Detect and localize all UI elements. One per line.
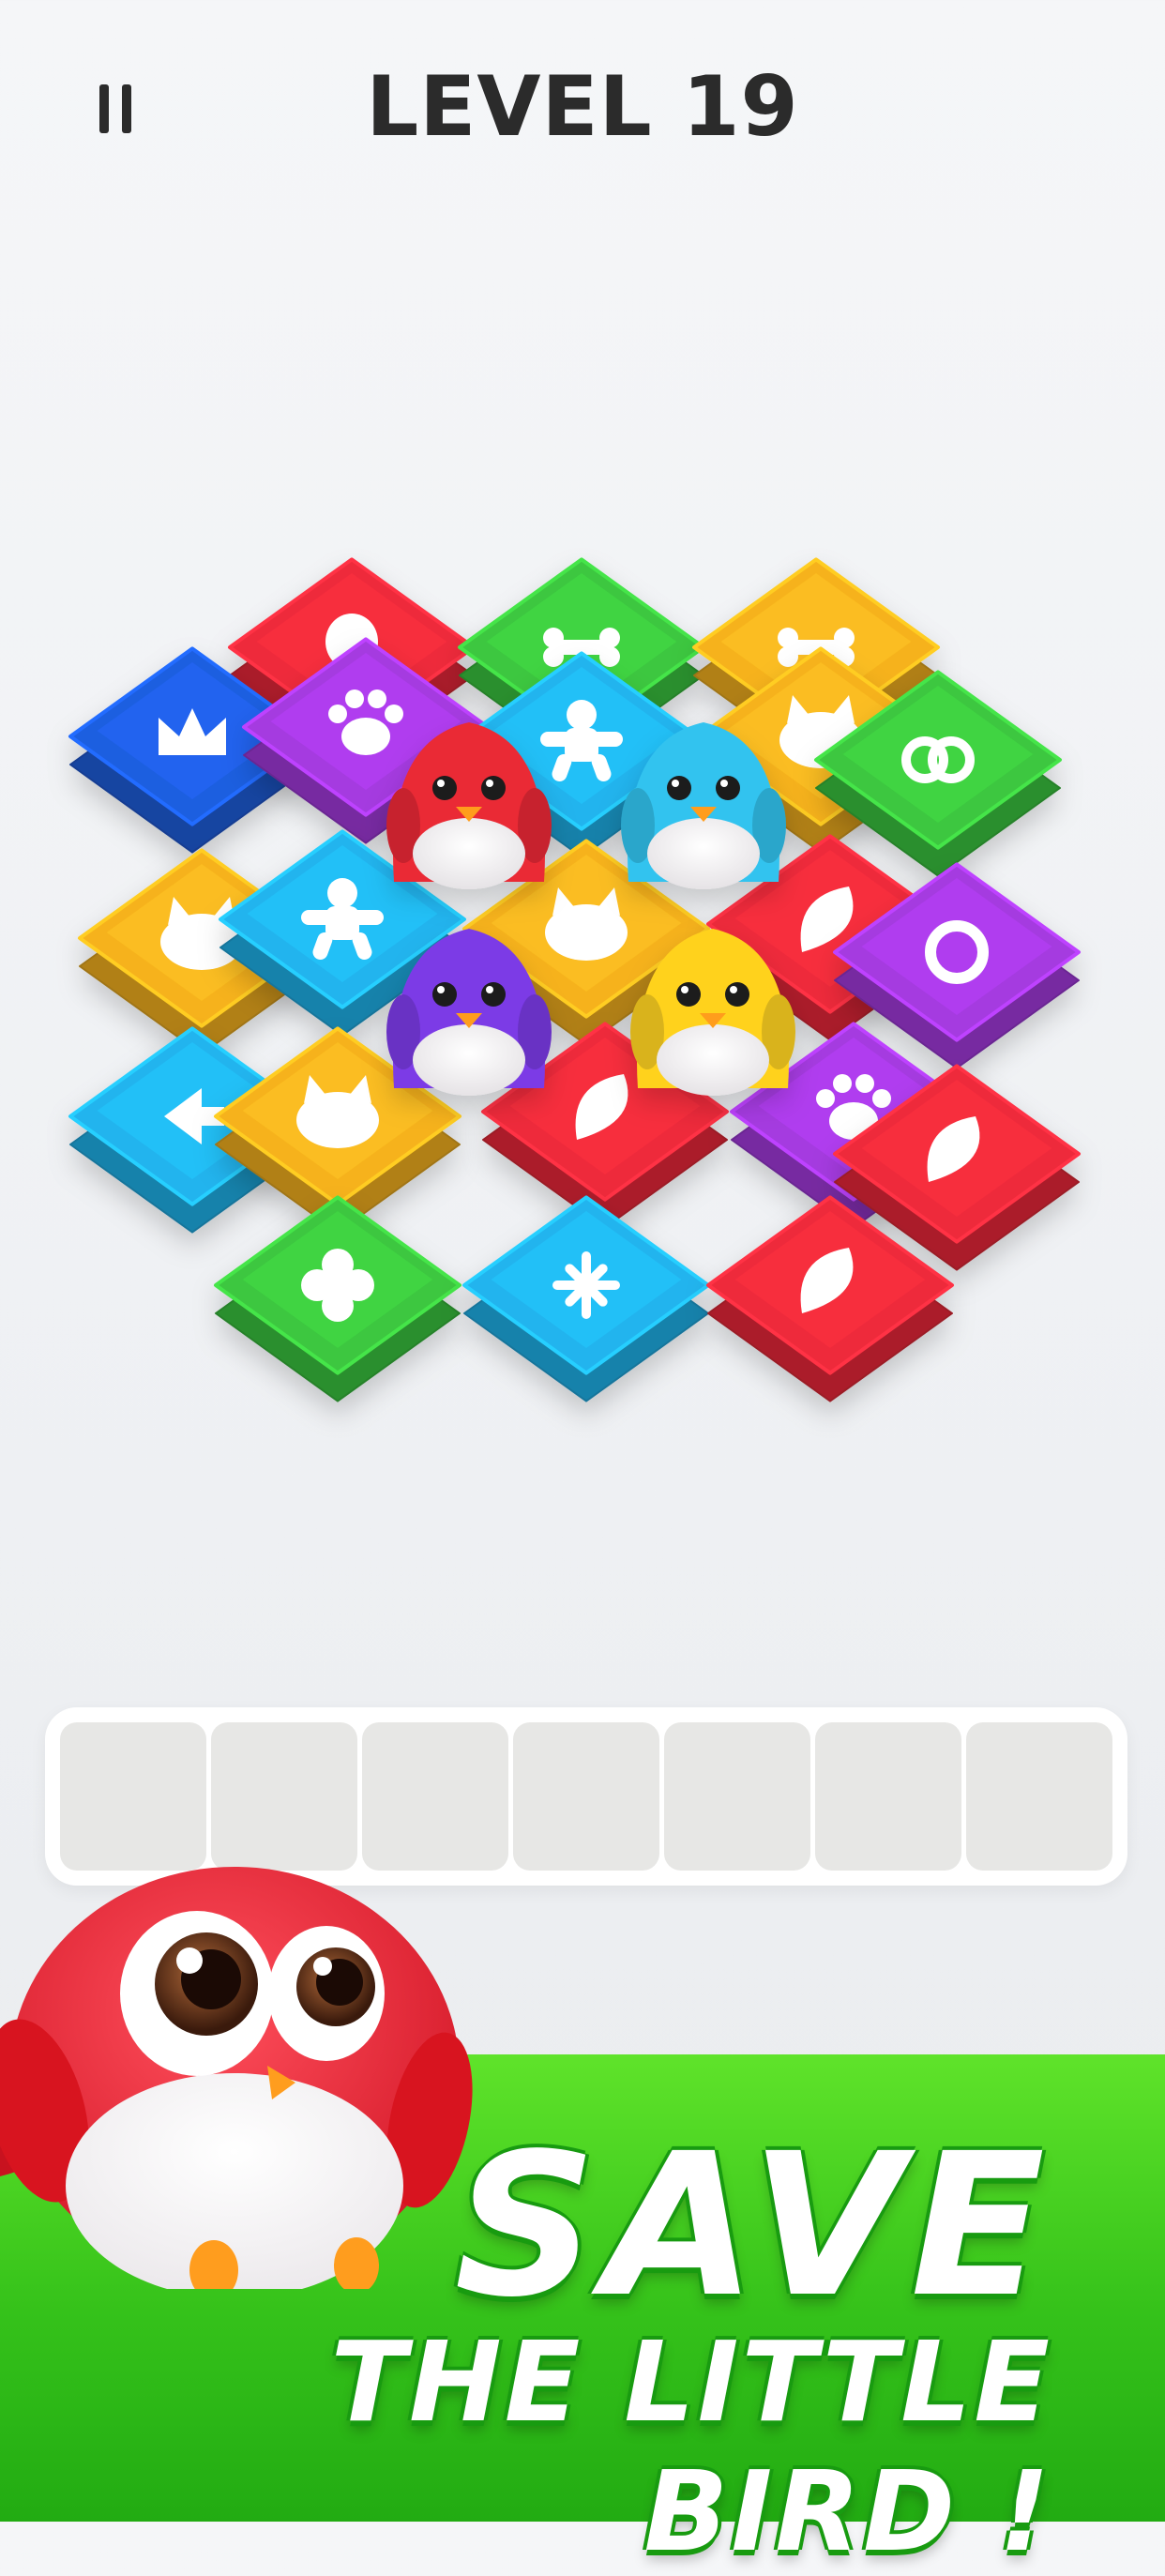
tray-slot[interactable] — [664, 1722, 810, 1871]
top-bar: LEVEL 19 — [0, 0, 1165, 225]
board-tile[interactable] — [462, 1195, 710, 1402]
promo-headline: SAVE — [454, 2111, 1052, 2341]
board-tile[interactable] — [214, 1195, 461, 1402]
level-title: LEVEL 19 — [366, 58, 799, 155]
tray-slot[interactable] — [966, 1722, 1112, 1871]
promo-subheadline: THE LITTLE BIRD ! — [330, 2317, 1052, 2576]
mascot-bird — [0, 1867, 473, 2289]
tray-slot[interactable] — [513, 1722, 659, 1871]
tray-slot[interactable] — [815, 1722, 961, 1871]
game-board — [68, 557, 1081, 1402]
